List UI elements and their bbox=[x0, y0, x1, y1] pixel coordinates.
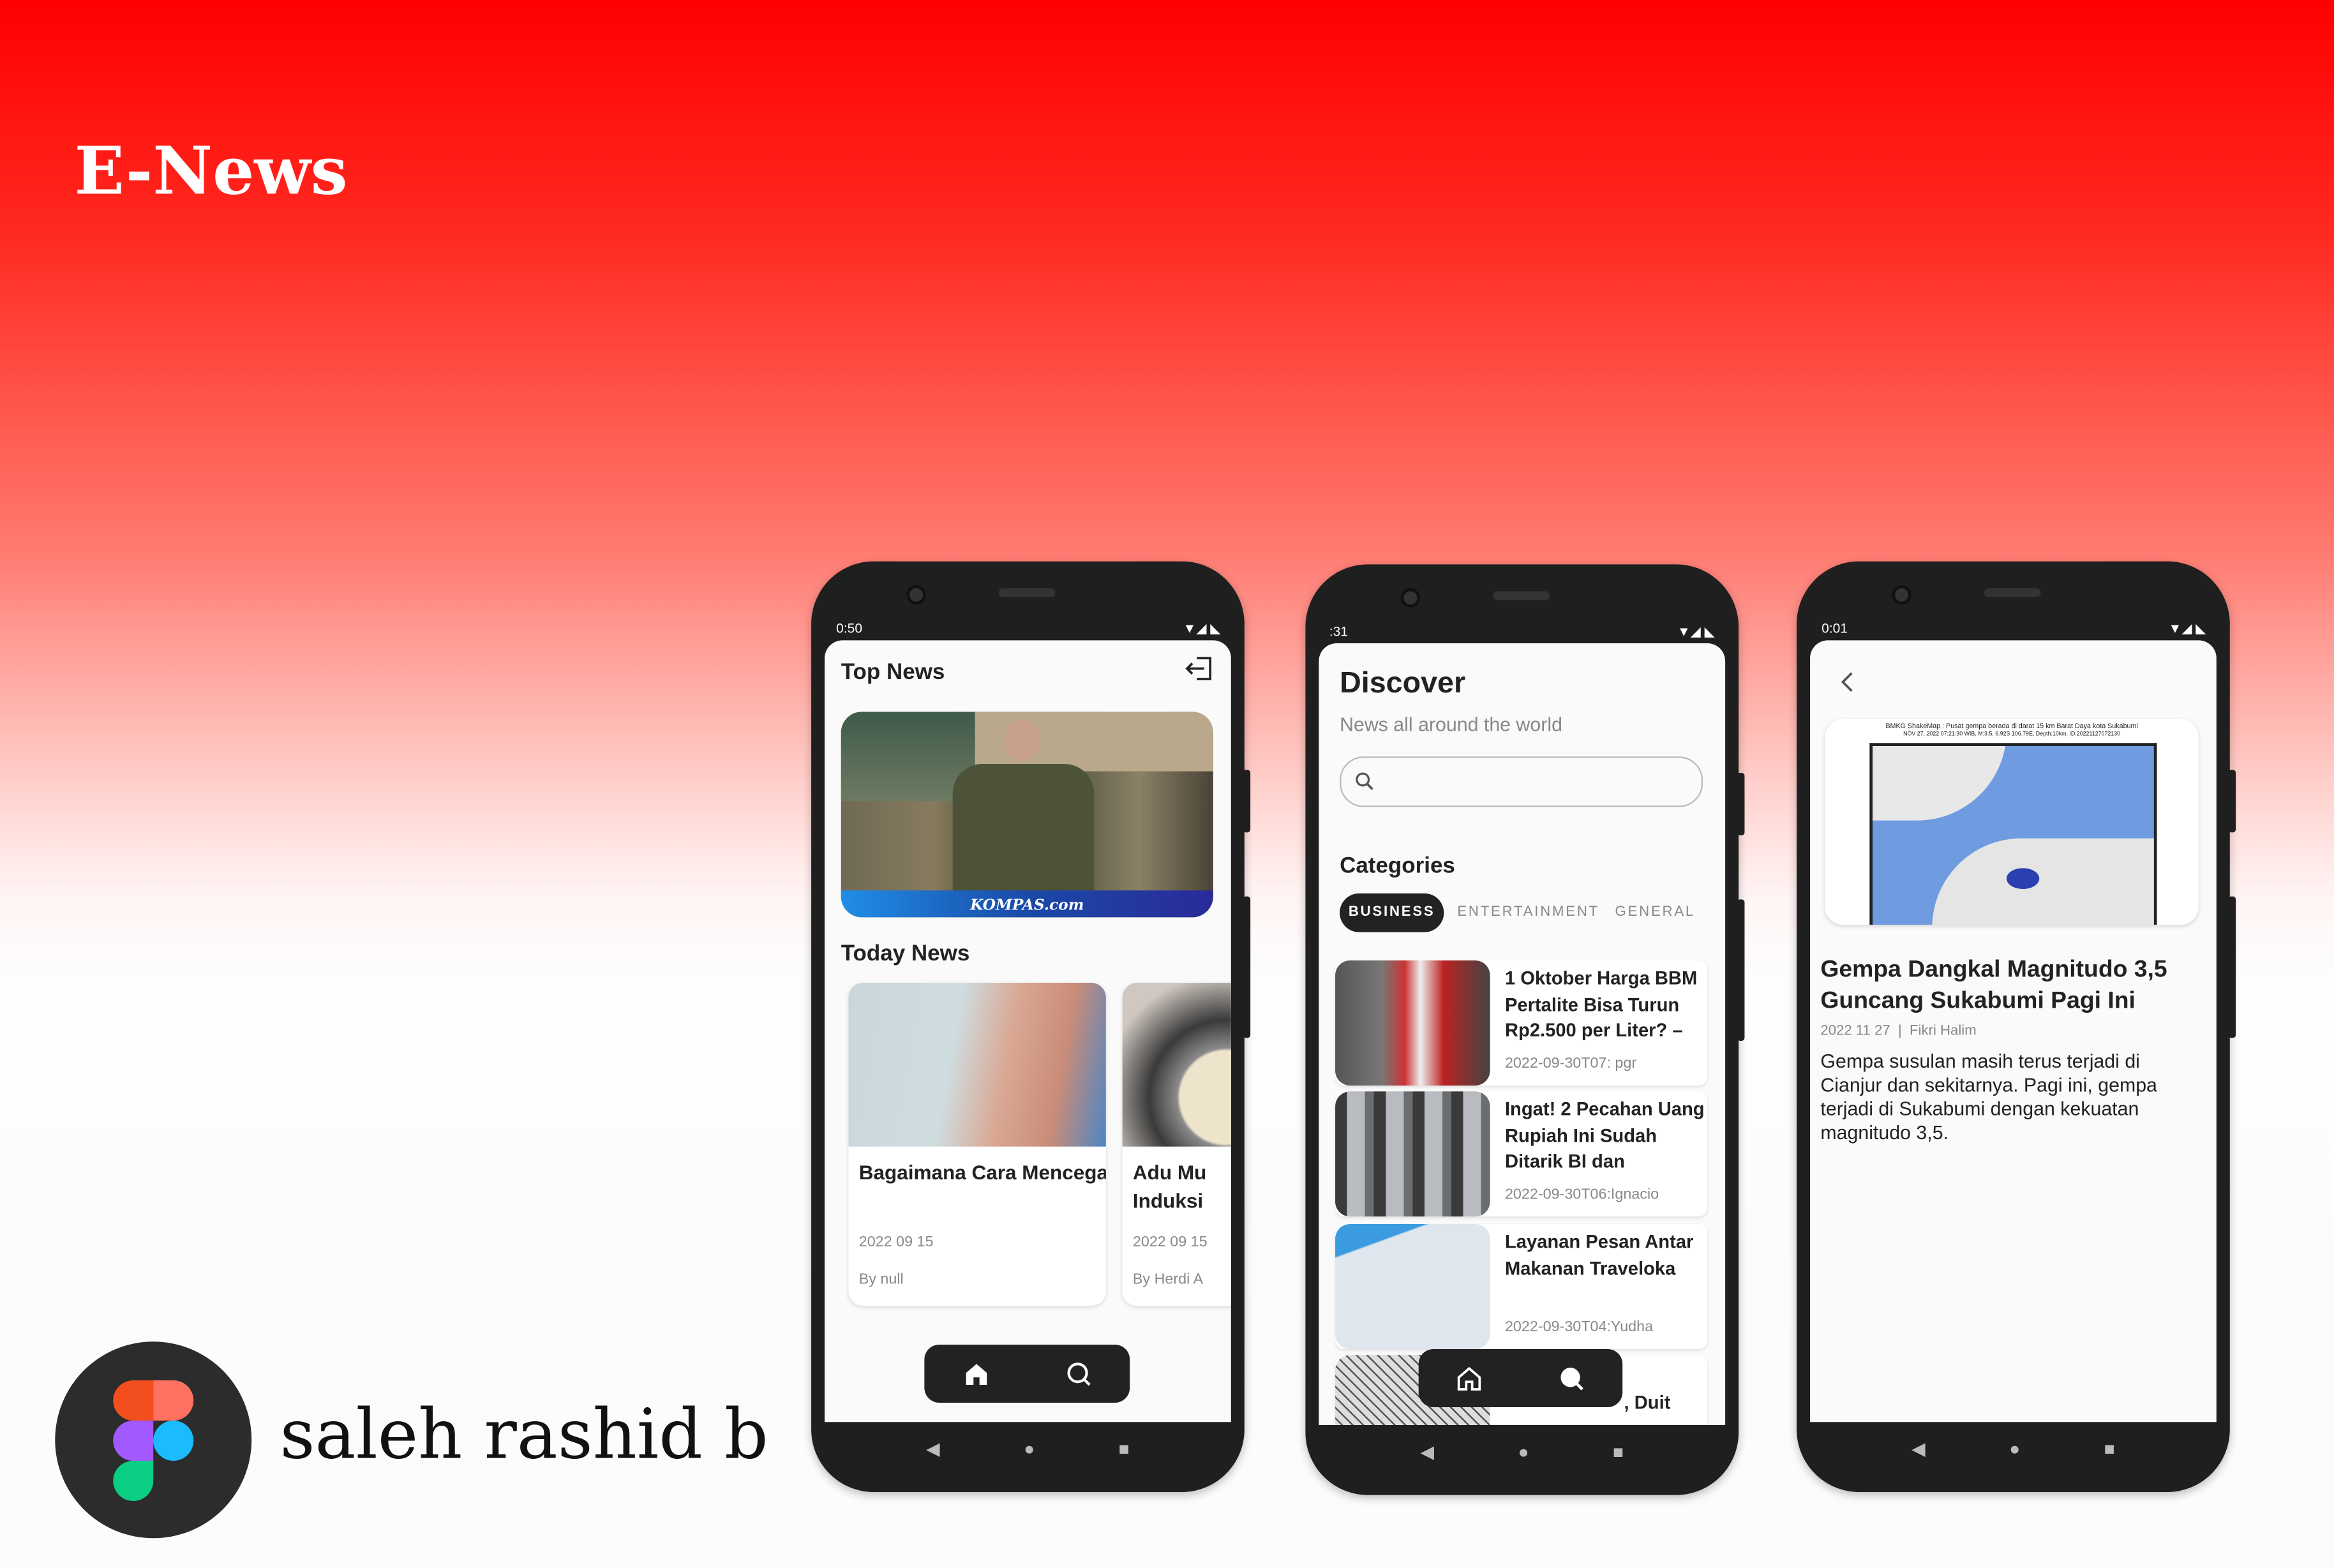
system-nav: ◀ ● ■ bbox=[1810, 1422, 2217, 1475]
news-card-date: 2022 09 15 bbox=[858, 1234, 934, 1251]
system-nav: ◀ ● ■ bbox=[825, 1422, 1231, 1475]
recents-button[interactable]: ■ bbox=[1119, 1438, 1130, 1460]
home-icon[interactable] bbox=[962, 1360, 989, 1387]
figma-logo bbox=[55, 1341, 252, 1539]
article-title: Gempa Dangkal Magnitudo 3,5 Guncang Suka… bbox=[1820, 957, 2167, 1014]
kompas-watermark: KOMPAS.com bbox=[970, 897, 1084, 915]
news-card[interactable]: Adu Mu Induksi 2022 09 15 By Herdi A bbox=[1122, 982, 1231, 1306]
news-card-author: By null bbox=[858, 1271, 904, 1288]
bottom-nav bbox=[1418, 1348, 1623, 1407]
home-button[interactable]: ● bbox=[2009, 1438, 2020, 1460]
search-field[interactable] bbox=[1382, 765, 1681, 798]
article-image bbox=[1335, 1223, 1490, 1349]
article-date: 2022 11 27 bbox=[1820, 1022, 1890, 1040]
bottom-nav bbox=[924, 1344, 1130, 1403]
article-title: 1 Oktober Harga BBM Pertalite Bisa Turun… bbox=[1504, 967, 1698, 1041]
news-card-author: By Herdi A bbox=[1132, 1271, 1204, 1288]
news-card-date: 2022 09 15 bbox=[1132, 1234, 1208, 1251]
article-image bbox=[1335, 1091, 1490, 1217]
article-meta: 2022-09-30T06:Ignacio bbox=[1504, 1186, 1659, 1204]
phone-top-news: 0:50 ▼◢ ◣ Top News KOMPAS.com Today News … bbox=[811, 561, 1251, 1492]
category-entertainment[interactable]: ENTERTAINMENT bbox=[1457, 893, 1599, 932]
hero-news-image[interactable]: KOMPAS.com bbox=[841, 712, 1213, 918]
back-button[interactable]: ◀ bbox=[1911, 1438, 1926, 1460]
category-tabs: BUSINESS ENTERTAINMENT GENERAL bbox=[1319, 893, 1725, 932]
recents-button[interactable]: ■ bbox=[1613, 1442, 1624, 1463]
brand-title: E-News bbox=[74, 133, 348, 210]
screen: BMKG ShakeMap : Pusat gempa berada di da… bbox=[1810, 640, 2217, 1422]
author-name: saleh rashid b bbox=[280, 1393, 768, 1474]
news-card-title: Adu Mu Induksi bbox=[1132, 1161, 1207, 1213]
news-card-image bbox=[1122, 982, 1231, 1147]
signal-icons: ▼◢ ◣ bbox=[1677, 623, 1715, 638]
status-time: :31 bbox=[1329, 623, 1348, 639]
article-meta: 2022-09-30T07: pgr bbox=[1504, 1056, 1637, 1072]
figma-icon bbox=[113, 1380, 194, 1501]
article-image bbox=[1335, 960, 1490, 1086]
categories-label: Categories bbox=[1340, 853, 1455, 879]
screen: Discover News all around the world Categ… bbox=[1319, 643, 1726, 1425]
image-caption: BMKG ShakeMap : Pusat gempa berada di da… bbox=[1885, 722, 2138, 730]
system-nav: ◀ ● ■ bbox=[1319, 1425, 1725, 1479]
back-button[interactable]: ◀ bbox=[926, 1438, 940, 1460]
search-icon[interactable] bbox=[1065, 1360, 1092, 1387]
status-bar: 0:01 ▼◢ ◣ bbox=[1820, 618, 2206, 639]
article-meta: 2022 11 27 | Fikri Halim bbox=[1820, 1023, 1976, 1040]
article-image: BMKG ShakeMap : Pusat gempa berada di da… bbox=[1825, 719, 2199, 925]
image-subcaption: NOV 27, 2022 07:21:30 WIB, M:3.5, 6.92S … bbox=[1903, 731, 2121, 737]
signal-icons: ▼◢ ◣ bbox=[1183, 620, 1221, 636]
back-chevron-icon[interactable] bbox=[1837, 670, 1858, 694]
article-author: Fikri Halim bbox=[1910, 1022, 1977, 1040]
meta-separator: | bbox=[1897, 1022, 1902, 1040]
phone-article-detail: 0:01 ▼◢ ◣ BMKG ShakeMap : Pusat gempa ber… bbox=[1797, 561, 2236, 1492]
search-icon bbox=[1356, 772, 1373, 790]
status-bar: 0:50 ▼◢ ◣ bbox=[835, 618, 1220, 639]
section-title: Today News bbox=[841, 941, 970, 967]
page-title: Discover bbox=[1340, 667, 1466, 700]
page-title: Top News bbox=[841, 659, 945, 685]
status-bar: :31 ▼◢ ◣ bbox=[1329, 621, 1715, 642]
article-body: Gempa susulan masih terus terjadi di Cia… bbox=[1820, 1049, 2157, 1144]
phone-discover: :31 ▼◢ ◣ Discover News all around the wor… bbox=[1305, 564, 1745, 1495]
search-icon[interactable] bbox=[1558, 1364, 1585, 1391]
article-row[interactable]: 1 Oktober Harga BBM Pertalite Bisa Turun… bbox=[1335, 960, 1708, 1086]
status-time: 0:01 bbox=[1820, 620, 1848, 636]
recents-button[interactable]: ■ bbox=[2104, 1438, 2115, 1460]
article-row[interactable]: Layanan Pesan Antar Makanan Traveloka 20… bbox=[1335, 1223, 1708, 1349]
home-button[interactable]: ● bbox=[1518, 1442, 1529, 1463]
article-title: Layanan Pesan Antar Makanan Traveloka bbox=[1504, 1231, 1694, 1279]
home-icon[interactable] bbox=[1456, 1364, 1483, 1391]
news-card[interactable]: Bagaimana Cara Mencegah Penyakit G... 20… bbox=[848, 982, 1106, 1306]
signal-icons: ▼◢ ◣ bbox=[2168, 620, 2206, 636]
page-subtitle: News all around the world bbox=[1340, 713, 1562, 736]
article-title: Ingat! 2 Pecahan Uang Rupiah Ini Sudah D… bbox=[1504, 1098, 1705, 1172]
logout-icon[interactable] bbox=[1185, 655, 1215, 690]
status-time: 0:50 bbox=[835, 620, 863, 636]
back-button[interactable]: ◀ bbox=[1420, 1442, 1434, 1463]
category-general[interactable]: GENERAL bbox=[1615, 893, 1696, 932]
article-title: , Duit bbox=[1624, 1392, 1671, 1414]
screen: Top News KOMPAS.com Today News Bagaimana… bbox=[825, 640, 1231, 1422]
showcase: E-News saleh rashid b 0:50 ▼◢ ◣ Top News … bbox=[0, 0, 2334, 1568]
category-business[interactable]: BUSINESS bbox=[1340, 893, 1444, 932]
article-meta: 2022-09-30T04:Yudha bbox=[1504, 1319, 1654, 1336]
home-button[interactable]: ● bbox=[1024, 1438, 1035, 1460]
news-card-image bbox=[848, 982, 1106, 1147]
article-row[interactable]: Ingat! 2 Pecahan Uang Rupiah Ini Sudah D… bbox=[1335, 1091, 1708, 1217]
search-input[interactable] bbox=[1340, 756, 1703, 807]
news-card-title: Bagaimana Cara Mencegah Penyakit G... bbox=[858, 1161, 1106, 1184]
